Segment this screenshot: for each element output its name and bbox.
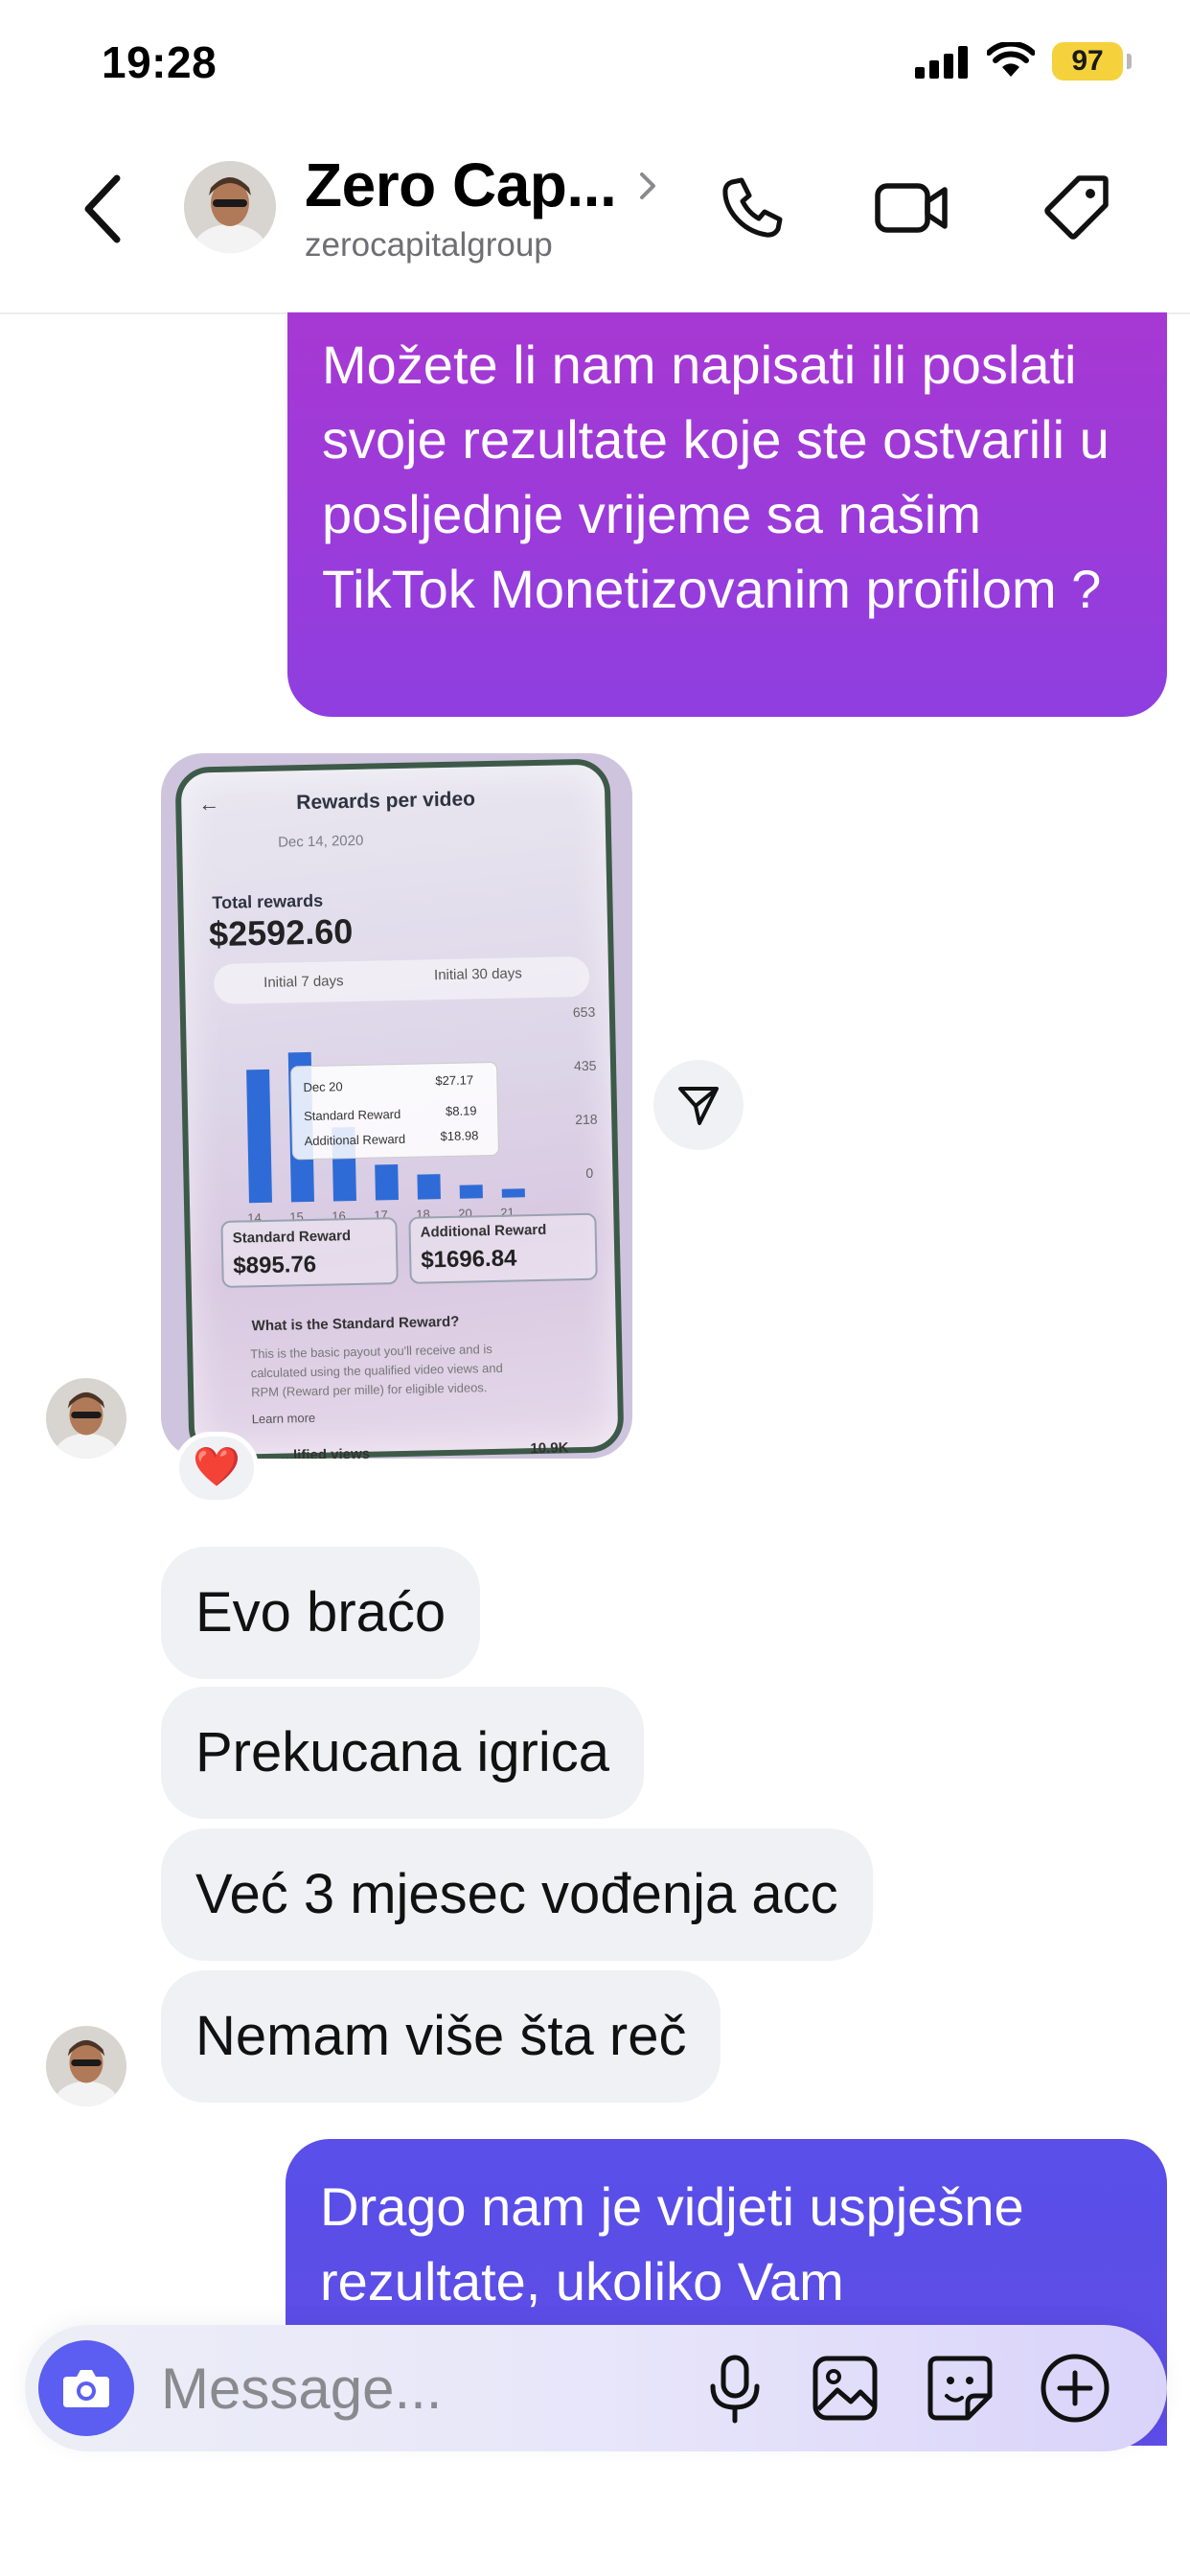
sticker-icon[interactable]: [926, 2354, 995, 2423]
photo-y-tick: 218: [575, 1111, 598, 1128]
plus-icon[interactable]: [1039, 2352, 1111, 2425]
incoming-message-bubble[interactable]: Nemam više šta reč: [161, 1970, 721, 2103]
status-time: 19:28: [102, 37, 217, 87]
tooltip-standard-label: Standard Reward: [303, 1106, 401, 1124]
chevron-right-icon[interactable]: [636, 165, 659, 207]
photo-additional-value: $1696.84: [421, 1245, 517, 1274]
photo-footer-label: ...lified views: [281, 1445, 371, 1459]
tooltip-standard-value: $8.19: [445, 1103, 477, 1118]
photo-chart-bar: [417, 1174, 441, 1200]
photo-message[interactable]: ← Rewards per video Dec 14, 2020 Total r…: [161, 753, 632, 1459]
contact-avatar[interactable]: [184, 161, 276, 253]
photo-body-line: This is the basic payout you'll receive …: [250, 1342, 492, 1362]
microphone-icon[interactable]: [701, 2354, 768, 2425]
camera-icon: [63, 2370, 109, 2407]
video-call-icon[interactable]: [874, 174, 950, 242]
photo-question: What is the Standard Reward?: [251, 1313, 460, 1335]
photo-total-value: $2592.60: [208, 910, 354, 954]
photo-y-tick: 435: [573, 1057, 597, 1074]
photo-chart-bar: [501, 1188, 525, 1198]
paper-plane-icon: [678, 1087, 719, 1125]
photo-chart-bar: [246, 1069, 272, 1204]
tooltip-date: Dec 20: [303, 1079, 343, 1095]
share-button[interactable]: [653, 1060, 744, 1150]
tooltip-additional-label: Additional Reward: [304, 1131, 406, 1149]
photo-back-arrow-icon: ←: [198, 791, 220, 816]
photo-total-label: Total rewards: [212, 890, 324, 913]
photo-y-tick: 653: [572, 1003, 596, 1021]
battery-indicator: 97: [1052, 42, 1123, 80]
tag-icon[interactable]: [1042, 172, 1111, 242]
back-arrow-icon[interactable]: [77, 171, 130, 247]
phone-call-icon[interactable]: [719, 174, 786, 242]
photo-y-tick: 0: [585, 1164, 594, 1181]
tooltip-total: $27.17: [435, 1072, 474, 1089]
gallery-icon[interactable]: [811, 2354, 880, 2423]
incoming-message-bubble[interactable]: Prekucana igrica: [161, 1687, 644, 1819]
camera-button[interactable]: [38, 2340, 134, 2436]
photo-body-line: calculated using the qualified video vie…: [250, 1360, 503, 1381]
photo-header-text: Rewards per video: [296, 788, 476, 815]
wifi-icon: [987, 42, 1035, 77]
outgoing-message-bubble[interactable]: Možete li nam napisati ili poslati svoje…: [287, 312, 1167, 717]
contact-handle: zerocapitalgroup: [305, 226, 553, 264]
tooltip-additional-value: $18.98: [440, 1128, 479, 1144]
battery-nub: [1127, 54, 1132, 69]
avatar-photo-icon: [46, 2026, 126, 2106]
status-bar: 19:28 97: [0, 0, 1190, 125]
photo-body-line: RPM (Reward per mille) for eligible vide…: [250, 1380, 488, 1400]
photo-footer-value: 10.9K: [530, 1439, 569, 1458]
photo-tab-30-days: Initial 30 days: [433, 965, 522, 984]
incoming-message-bubble[interactable]: Evo braćo: [161, 1547, 481, 1679]
message-composer: [25, 2325, 1167, 2451]
cellular-signal-icon: [915, 46, 968, 79]
tiktok-rewards-screenshot: ← Rewards per video Dec 14, 2020 Total r…: [174, 758, 625, 1459]
photo-learn-more: Learn more: [251, 1410, 316, 1427]
contact-name[interactable]: Zero Cap...: [305, 150, 617, 220]
photo-chart-bar: [459, 1184, 483, 1199]
photo-tooltip: Dec 20 $27.17 Standard Reward $8.19 Addi…: [290, 1061, 500, 1161]
heart-reaction[interactable]: ❤️: [174, 1432, 259, 1505]
incoming-message-bubble[interactable]: Već 3 mjesec vođenja acc: [161, 1828, 873, 1961]
avatar-photo-icon: [184, 161, 276, 253]
photo-standard-card: Standard Reward $895.76: [220, 1217, 399, 1288]
photo-date: Dec 14, 2020: [277, 832, 364, 851]
photo-additional-card: Additional Reward $1696.84: [408, 1212, 598, 1284]
photo-standard-label: Standard Reward: [232, 1228, 352, 1247]
photo-standard-value: $895.76: [233, 1251, 317, 1279]
chat-header: Zero Cap... zerocapitalgroup: [0, 134, 1190, 314]
photo-additional-label: Additional Reward: [420, 1221, 547, 1241]
sender-avatar[interactable]: [46, 1378, 126, 1459]
photo-chart-bar: [375, 1164, 399, 1201]
message-input[interactable]: [161, 2352, 698, 2425]
sender-avatar[interactable]: [46, 2026, 126, 2106]
avatar-photo-icon: [46, 1378, 126, 1459]
photo-tab-7-days: Initial 7 days: [263, 973, 344, 991]
